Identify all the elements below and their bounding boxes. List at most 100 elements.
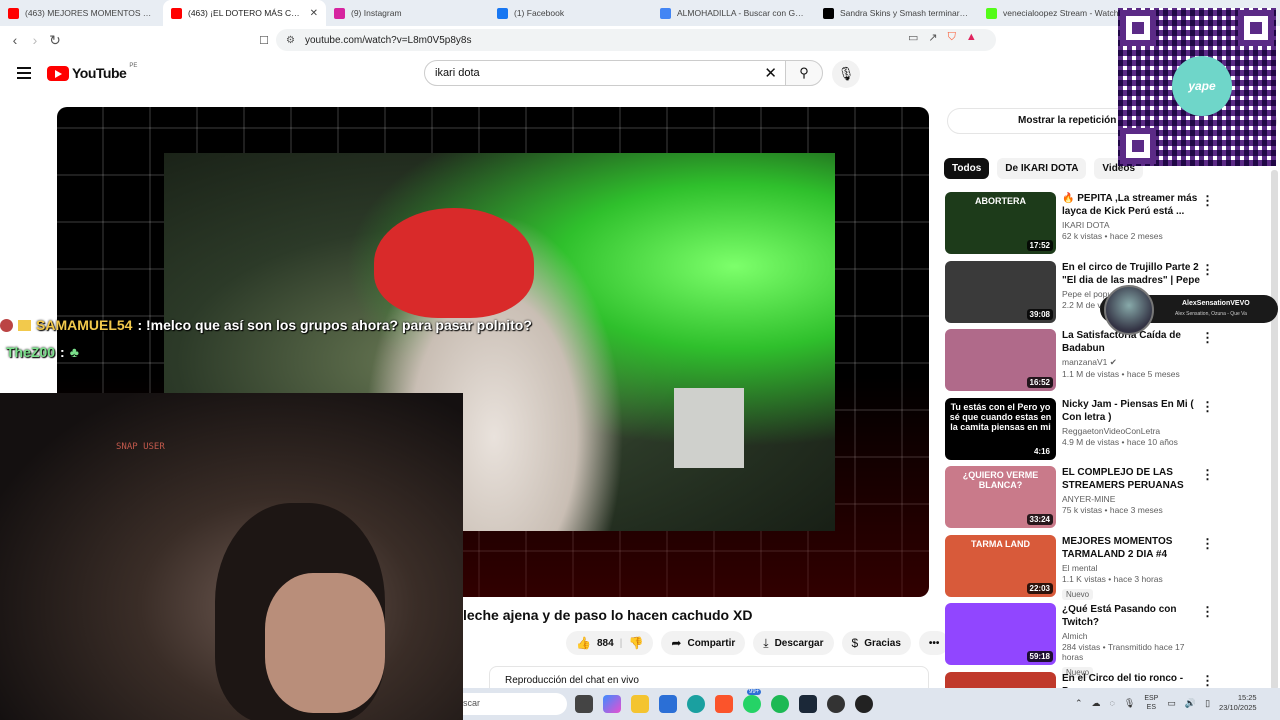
onedrive-icon[interactable]: ☁ xyxy=(1092,698,1101,709)
channel-name[interactable]: ANYER-MINE xyxy=(1062,494,1202,504)
back-icon[interactable]: ‹ xyxy=(5,32,25,48)
channel-name[interactable]: ReggaetonVideoConLetra xyxy=(1062,426,1202,436)
recommended-video[interactable]: ABORTERA 17:52 🔥 PEPITA ,La streamer más l… xyxy=(945,191,1215,260)
recommended-video[interactable]: TARMA LAND 22:03 MEJORES MOMENTOS TARMALAN… xyxy=(945,534,1215,603)
battery-icon[interactable]: ▯ xyxy=(1205,698,1210,709)
video-thumbnail[interactable]: 39:08 xyxy=(945,260,1056,323)
recommended-video[interactable]: 16:52 La Satisfactoria Caída de Badabun ma… xyxy=(945,328,1215,397)
chip-all[interactable]: Todos xyxy=(944,158,990,179)
obs-icon[interactable] xyxy=(827,695,845,713)
more-vert-icon[interactable]: ⋮ xyxy=(1201,330,1214,346)
more-vert-icon[interactable]: ⋮ xyxy=(1201,467,1214,483)
share-button[interactable]: ➦ Compartir xyxy=(661,631,746,655)
recommended-title[interactable]: Nicky Jam - Piensas En Mi ( Con letra ) xyxy=(1062,398,1202,424)
video-thumbnail[interactable]: 16:52 xyxy=(945,329,1056,391)
recommended-video[interactable]: ¿QUIERO VERME BLANCA? 33:24 EL COMPLEJO DE… xyxy=(945,465,1215,534)
task-view-icon[interactable] xyxy=(575,695,593,713)
taskbar-search[interactable]: scar xyxy=(463,693,567,715)
video-thumbnail[interactable]: ABORTERA 17:52 xyxy=(945,192,1056,254)
brave-shield-icon[interactable]: ⛉ xyxy=(948,31,956,44)
system-tray: ⌃ ☁ ◌ 🎙 ESP ES ▭ 🔊 ▯ 15:25 23/10/2025 xyxy=(1075,693,1257,713)
forward-icon[interactable]: › xyxy=(25,32,45,48)
search-input[interactable]: ikari dota ✕ xyxy=(424,60,786,86)
file-explorer-icon[interactable] xyxy=(631,695,649,713)
clock-time: 15:25 xyxy=(1237,693,1257,702)
whatsapp-icon[interactable]: 99+ xyxy=(743,689,762,713)
browser-tab[interactable]: (463) MEJORES MOMENTOS TARMA xyxy=(0,0,163,26)
youtube-logo[interactable]: YouTube PE xyxy=(47,63,137,81)
voice-search-button[interactable]: 🎙 xyxy=(832,60,860,88)
recommended-title[interactable]: EL COMPLEJO DE LAS STREAMERS PERUANAS CO… xyxy=(1062,466,1202,492)
video-thumbnail[interactable]: TARMA LAND 22:03 xyxy=(945,534,1056,597)
like-button[interactable]: 👍 884 | 👎 xyxy=(566,631,654,655)
channel-name[interactable]: IKARI DOTA xyxy=(1062,220,1202,230)
clock[interactable]: 15:25 23/10/2025 xyxy=(1219,693,1257,713)
brave-icon[interactable] xyxy=(715,695,733,713)
thanks-button[interactable]: $ Gracias xyxy=(841,631,911,655)
cast-icon[interactable]: ▭ xyxy=(908,31,918,44)
share-page-icon[interactable]: ↗ xyxy=(928,31,937,44)
menu-icon[interactable] xyxy=(17,67,31,82)
browser-tab[interactable]: ALMOHADILLA - Buscar con Google xyxy=(652,0,815,26)
mic-tray-icon[interactable]: 🎙 xyxy=(1124,698,1135,709)
thumbs-down-icon[interactable]: 👎 xyxy=(628,636,643,650)
clear-search-icon[interactable]: ✕ xyxy=(764,64,777,82)
tab-close-icon[interactable]: ✕ xyxy=(310,8,318,19)
more-vert-icon[interactable]: ⋮ xyxy=(1201,193,1214,209)
more-vert-icon[interactable]: ⋮ xyxy=(1201,604,1214,620)
reload-icon[interactable]: ↻ xyxy=(45,32,65,49)
more-vert-icon[interactable]: ⋮ xyxy=(1201,262,1214,278)
video-thumbnail[interactable]: Tu estás con el Pero yo sé que cuando es… xyxy=(945,397,1056,460)
channel-name[interactable]: Almich xyxy=(1062,631,1202,641)
browser-tab[interactable]: (1) Facebook xyxy=(489,0,652,26)
tray-app-icon[interactable]: ◌ xyxy=(1110,698,1115,708)
bookmark-icon[interactable]: ☐ xyxy=(254,34,274,47)
edge-icon[interactable] xyxy=(687,695,705,713)
tab-favicon-icon xyxy=(8,7,19,19)
tab-favicon-icon xyxy=(497,7,508,19)
video-thumbnail[interactable]: 59:18 xyxy=(945,603,1056,665)
volume-icon[interactable]: 🔊 xyxy=(1185,698,1196,709)
microphone-icon: 🎙 xyxy=(837,66,855,81)
browser-tab[interactable]: (463) ¡EL DOTERO MÁS CACHUDO ✕ xyxy=(163,0,326,26)
channel-name[interactable]: El mental xyxy=(1062,563,1202,573)
search-icon: ⚲ xyxy=(799,65,809,80)
screen: (463) MEJORES MOMENTOS TARMA (463) ¡EL DO… xyxy=(0,0,1280,720)
like-divider: | xyxy=(619,637,623,649)
recommended-title[interactable]: En el circo de Trujillo Parte 2 "El dia … xyxy=(1062,261,1202,287)
more-vert-icon[interactable]: ⋮ xyxy=(1201,399,1214,415)
chip-from-channel[interactable]: De IKARI DOTA xyxy=(997,158,1087,179)
brave-rewards-icon[interactable]: ▲ xyxy=(966,31,977,44)
network-icon[interactable]: ▭ xyxy=(1167,698,1176,709)
browser-tab[interactable]: (9) Instagram xyxy=(326,0,489,26)
language-indicator[interactable]: ESP ES xyxy=(1144,694,1158,712)
more-vert-icon[interactable]: ⋮ xyxy=(1201,536,1214,552)
video-title: leche ajena y de paso lo hacen cachudo X… xyxy=(463,607,753,623)
recommended-title[interactable]: 🔥 PEPITA ,La streamer más layca de Kick … xyxy=(1062,192,1202,218)
address-bar[interactable]: ⚙ youtube.com/watch?v=L8m0V5p8y8s xyxy=(276,29,996,51)
app-icon[interactable] xyxy=(855,695,873,713)
download-button[interactable]: ⤓ Descargar xyxy=(753,631,834,655)
recommended-video[interactable]: Tu estás con el Pero yo sé que cuando es… xyxy=(945,397,1215,466)
site-settings-icon[interactable]: ⚙ xyxy=(286,35,295,46)
store-icon[interactable] xyxy=(659,695,677,713)
tray-expand-icon[interactable]: ⌃ xyxy=(1075,698,1083,709)
youtube-play-icon xyxy=(47,65,69,81)
recommended-title[interactable]: ¿Qué Está Pasando con Twitch? xyxy=(1062,603,1202,629)
recommended-video[interactable]: 59:18 ¿Qué Está Pasando con Twitch? Almich… xyxy=(945,602,1215,678)
search-query: ikari dota xyxy=(435,67,480,79)
video-thumbnail[interactable]: ¿QUIERO VERME BLANCA? 33:24 xyxy=(945,466,1056,528)
language-code: ESP xyxy=(1144,695,1159,702)
more-vert-icon[interactable]: ⋮ xyxy=(1201,673,1214,689)
channel-name[interactable]: manzanaV1 ✔ xyxy=(1062,357,1202,368)
sidebar-scrollbar[interactable] xyxy=(1271,170,1278,690)
spotify-icon[interactable] xyxy=(771,695,789,713)
recommended-title[interactable]: MEJORES MOMENTOS TARMALAND 2 DIA #4 xyxy=(1062,535,1202,561)
tab-label: (463) ¡EL DOTERO MÁS CACHUDO xyxy=(188,8,304,18)
steam-icon[interactable] xyxy=(799,695,817,713)
search-button[interactable]: ⚲ xyxy=(785,60,823,86)
video-info: Nicky Jam - Piensas En Mi ( Con letra ) R… xyxy=(1062,398,1202,447)
copilot-icon[interactable] xyxy=(603,695,621,713)
browser-tab[interactable]: Sandra Skins y Smash terminaron su xyxy=(815,0,978,26)
browser-tab[interactable]: venecialoopez Stream - Watch xyxy=(978,0,1141,26)
